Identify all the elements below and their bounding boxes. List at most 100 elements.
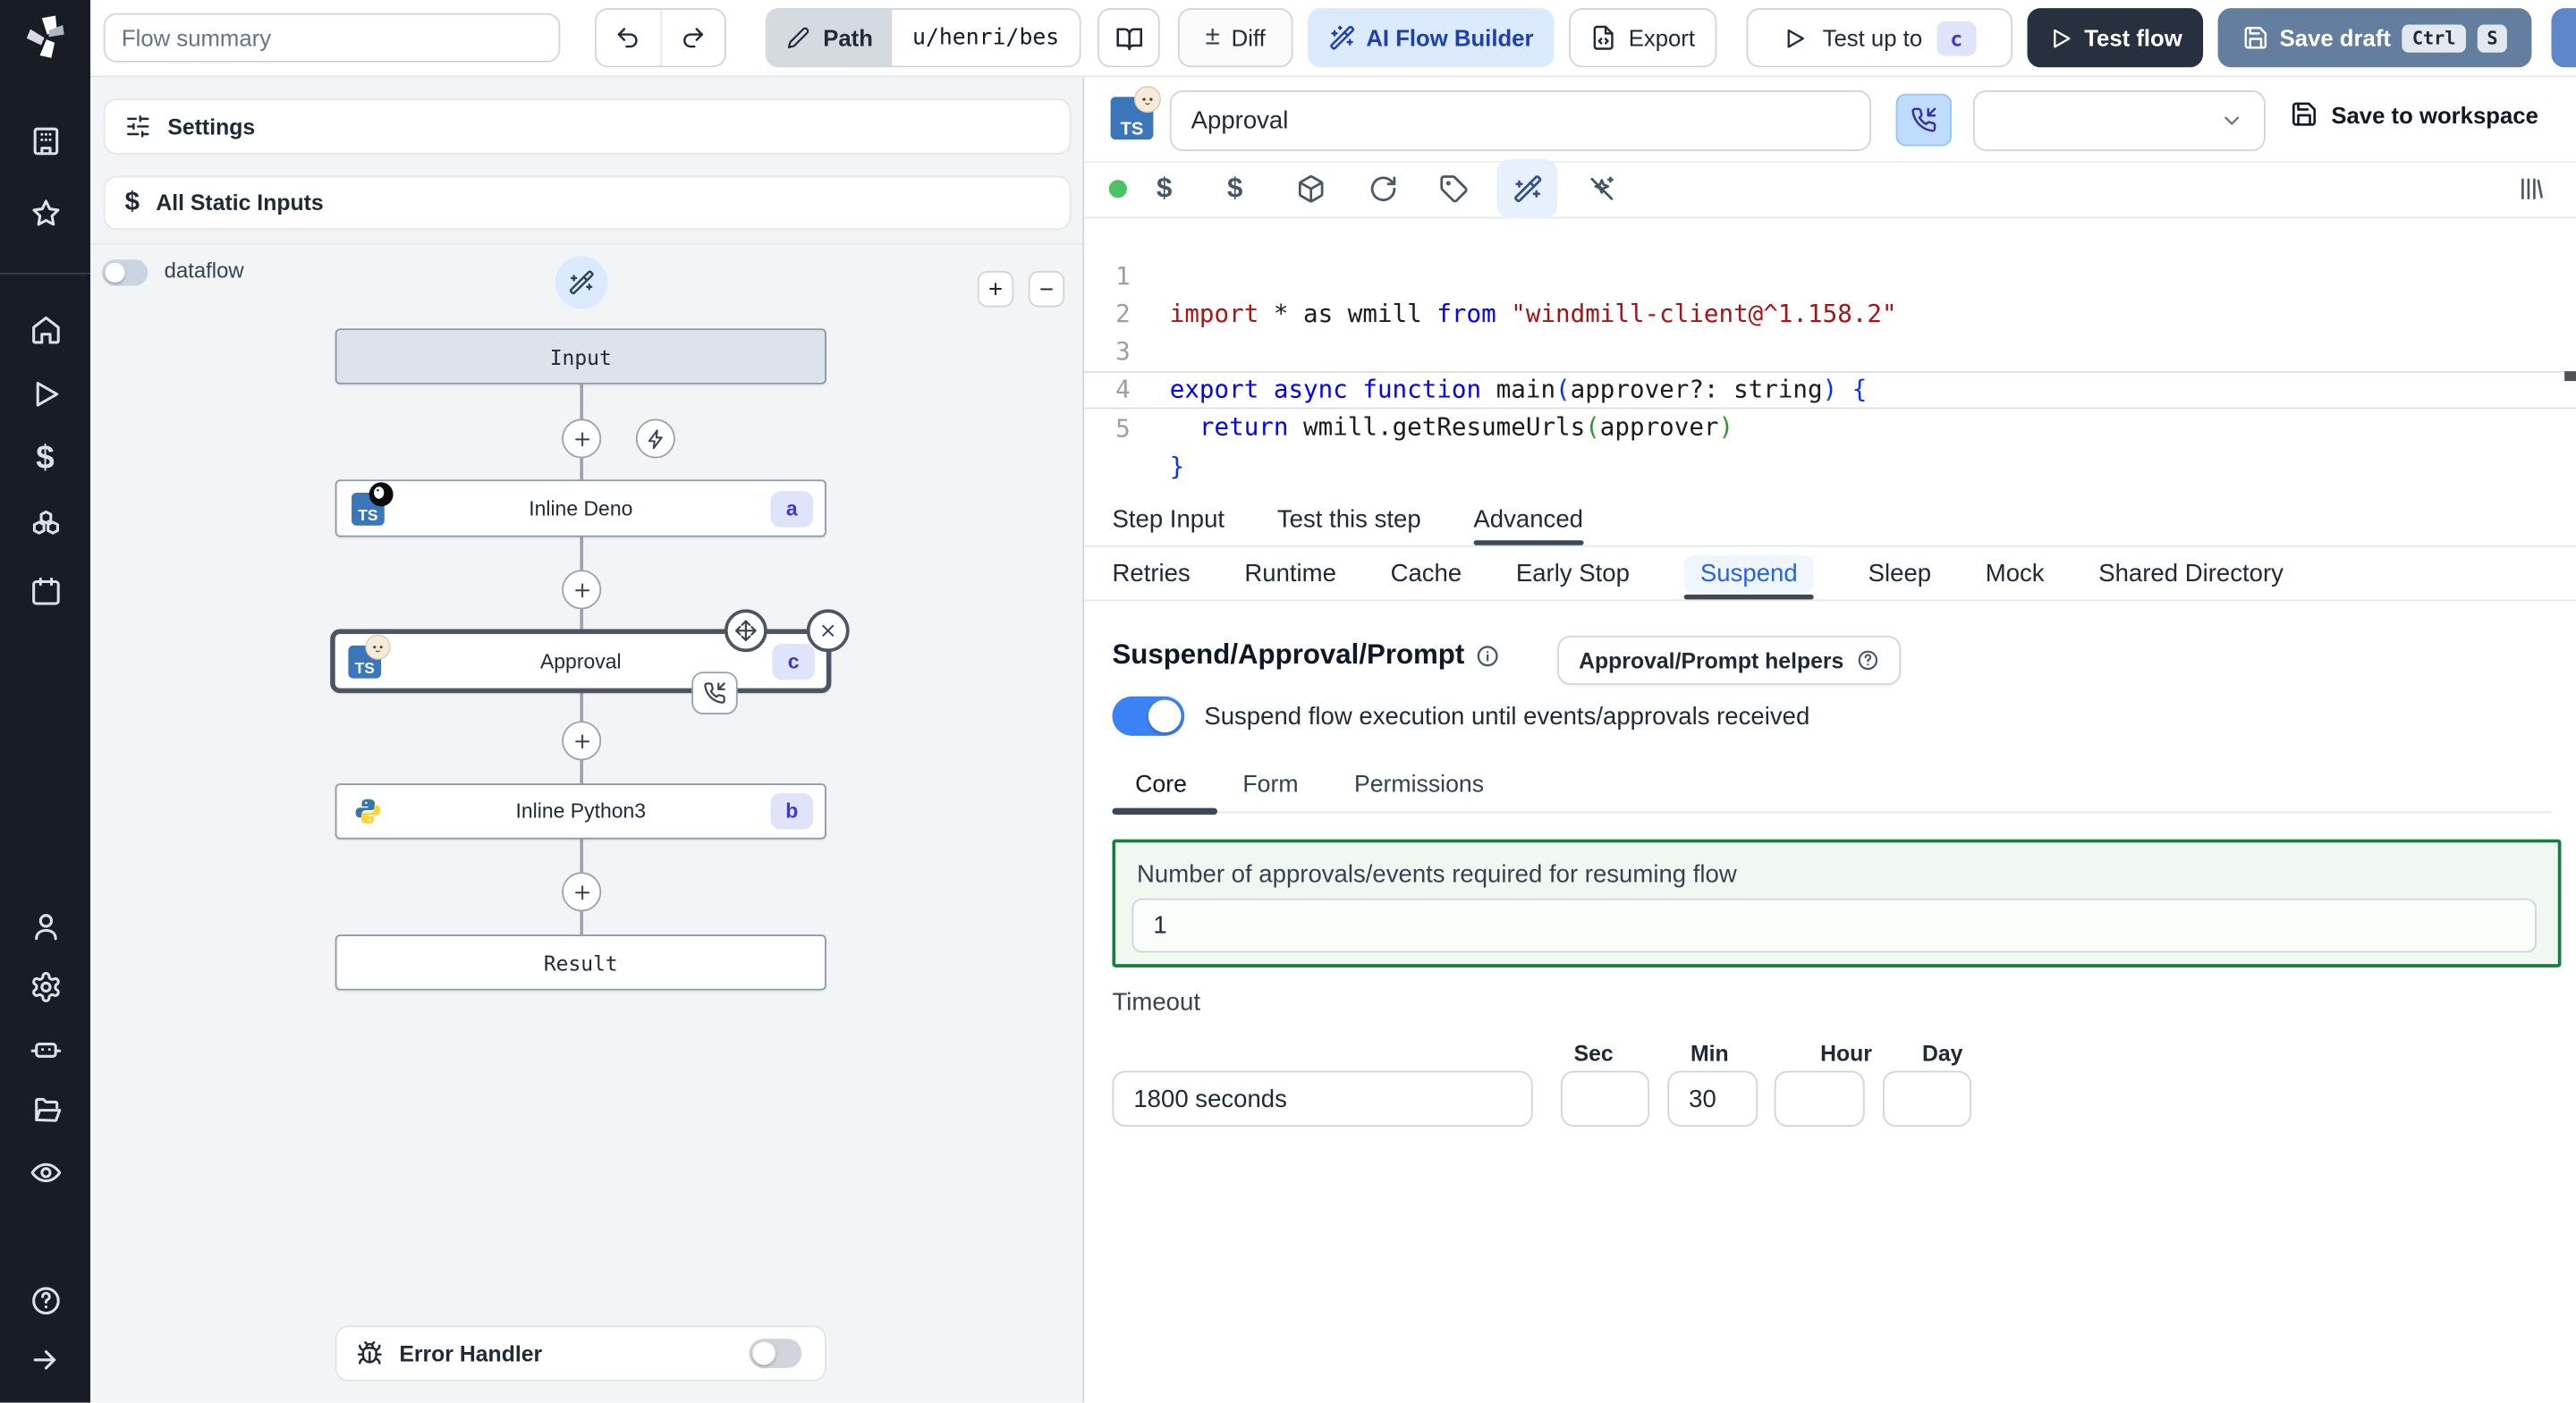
- tab-step-input[interactable]: Step Input: [1112, 493, 1224, 545]
- all-static-inputs-row[interactable]: $ All Static Inputs: [103, 175, 1072, 231]
- test-up-to-button[interactable]: Test up to c: [1746, 8, 2012, 68]
- step-title-input[interactable]: [1169, 90, 1872, 151]
- plus-icon: [574, 733, 589, 748]
- add-step-button[interactable]: [562, 721, 602, 761]
- error-handler-toggle[interactable]: [749, 1338, 802, 1368]
- save-to-workspace-button[interactable]: Save to workspace: [2290, 100, 2538, 128]
- subtab-cache[interactable]: Cache: [1391, 547, 1462, 600]
- flow-node-inline-python[interactable]: Inline Python3 b: [335, 783, 826, 840]
- reload-icon[interactable]: [1368, 174, 1398, 204]
- flow-node-input[interactable]: Input: [335, 328, 826, 385]
- workers-robot-icon[interactable]: [29, 1033, 62, 1066]
- ai-flow-builder-button[interactable]: AI Flow Builder: [1308, 8, 1555, 68]
- help-icon[interactable]: [29, 1284, 62, 1317]
- approval-prompt-helpers-button[interactable]: Approval/Prompt helpers: [1557, 635, 1902, 685]
- subtab-early-stop[interactable]: Early Stop: [1516, 547, 1630, 600]
- subtab-sleep[interactable]: Sleep: [1868, 547, 1931, 600]
- workspace-icon[interactable]: [29, 125, 62, 158]
- add-step-button[interactable]: [562, 570, 602, 610]
- docs-button[interactable]: [1097, 8, 1160, 68]
- suspend-approval-toggle-button[interactable]: [1895, 93, 1953, 147]
- collapse-arrow-icon[interactable]: [29, 1343, 62, 1376]
- error-handler-row[interactable]: Error Handler: [335, 1325, 826, 1382]
- path-value[interactable]: u/henri/bes: [892, 10, 1080, 66]
- move-icon: [735, 620, 757, 642]
- assets-dollar-icon[interactable]: $: [1157, 173, 1172, 206]
- delete-step-button[interactable]: [806, 609, 850, 653]
- info-icon[interactable]: [1476, 643, 1501, 668]
- redo-button[interactable]: [661, 10, 724, 65]
- script-version-select[interactable]: [1972, 90, 2266, 151]
- add-step-button[interactable]: [562, 418, 602, 459]
- package-icon[interactable]: [1296, 174, 1326, 204]
- home-icon[interactable]: [29, 314, 62, 347]
- settings-gear-icon[interactable]: [29, 971, 62, 1004]
- users-icon[interactable]: [29, 910, 62, 943]
- dataflow-toggle[interactable]: [101, 259, 148, 286]
- folders-icon[interactable]: [29, 1094, 62, 1127]
- timeout-label: Timeout: [1112, 988, 1200, 1017]
- sidebar-divider: [0, 272, 91, 275]
- play-icon: [2053, 28, 2070, 47]
- runs-play-icon[interactable]: [29, 377, 62, 410]
- timeout-sec-input[interactable]: [1560, 1070, 1650, 1127]
- resources-cubes-icon[interactable]: [29, 509, 62, 542]
- tab-test-this-step[interactable]: Test this step: [1277, 493, 1421, 545]
- ai-assistant-wand-icon[interactable]: [1513, 174, 1543, 204]
- add-trigger-button[interactable]: [635, 418, 675, 459]
- tag-icon[interactable]: [1439, 174, 1469, 204]
- tab-form[interactable]: Form: [1242, 772, 1298, 798]
- flow-node-result[interactable]: Result: [335, 934, 826, 991]
- ai-disable-sparkles-icon[interactable]: [1587, 174, 1616, 204]
- code-editor[interactable]: 1 import * as wmill from "windmill-clien…: [1084, 216, 2576, 493]
- deploy-button-partial[interactable]: [2551, 8, 2576, 68]
- play-icon: [1788, 28, 1805, 47]
- schedules-calendar-icon[interactable]: [29, 575, 62, 608]
- line-number: 5: [1115, 413, 1131, 444]
- timeout-input[interactable]: [1112, 1070, 1533, 1127]
- subtab-shared-directory[interactable]: Shared Directory: [2098, 547, 2284, 600]
- windmill-flow-editor: $ Flow summary Path u/henri/bes ± Diff A…: [0, 0, 2576, 1403]
- timeout-day-input[interactable]: [1882, 1070, 1972, 1127]
- topbar: Path u/henri/bes ± Diff AI Flow Builder …: [90, 0, 2576, 78]
- tab-permissions[interactable]: Permissions: [1354, 772, 1484, 798]
- add-step-button[interactable]: [562, 872, 602, 912]
- sliders-icon: [127, 115, 149, 138]
- library-bars-icon[interactable]: [2517, 175, 2545, 203]
- undo-button[interactable]: [597, 10, 662, 66]
- suspend-flow-toggle[interactable]: [1112, 696, 1185, 736]
- subtab-runtime[interactable]: Runtime: [1244, 547, 1336, 600]
- favorites-star-icon[interactable]: [29, 197, 62, 230]
- variables-dollar-icon[interactable]: $: [1227, 173, 1242, 206]
- flow-node-inline-deno[interactable]: TS Inline Deno a: [335, 479, 826, 537]
- variables-dollar-icon[interactable]: $: [36, 440, 54, 478]
- tab-core-underline: [1112, 807, 1218, 816]
- zoom-out-button[interactable]: −: [1028, 271, 1065, 308]
- save-draft-button[interactable]: Save draft Ctrl S: [2217, 8, 2532, 68]
- flow-node-approval[interactable]: TS Approval c: [330, 609, 850, 714]
- flow-summary-input[interactable]: [103, 13, 561, 63]
- test-flow-button[interactable]: Test flow: [2027, 8, 2204, 68]
- move-step-button[interactable]: [724, 609, 767, 653]
- audit-eye-icon[interactable]: [29, 1156, 62, 1189]
- subtab-retries[interactable]: Retries: [1112, 547, 1190, 600]
- timeout-min-input[interactable]: [1667, 1070, 1758, 1127]
- zoom-in-button[interactable]: +: [977, 271, 1014, 308]
- subtab-mock[interactable]: Mock: [1986, 547, 2045, 600]
- tab-core[interactable]: Core: [1135, 772, 1187, 798]
- timeout-hour-input[interactable]: [1774, 1070, 1865, 1127]
- graph-ai-wand-button[interactable]: [555, 256, 608, 309]
- windmill-logo[interactable]: [21, 10, 70, 71]
- wand-sparkles-icon: [1329, 25, 1354, 50]
- approvals-count-input[interactable]: [1131, 898, 2537, 953]
- subtab-suspend[interactable]: Suspend: [1683, 547, 1815, 600]
- step-id-badge: a: [770, 490, 814, 527]
- path-button[interactable]: Path: [767, 10, 893, 66]
- save-icon: [2292, 102, 2317, 126]
- tab-advanced[interactable]: Advanced: [1473, 493, 1583, 545]
- redo-icon: [682, 28, 703, 48]
- export-button[interactable]: Export: [1569, 8, 1717, 68]
- editor-scroll-marker[interactable]: [2564, 371, 2576, 382]
- diff-button[interactable]: ± Diff: [1177, 8, 1293, 68]
- flow-settings-row[interactable]: Settings: [103, 98, 1072, 155]
